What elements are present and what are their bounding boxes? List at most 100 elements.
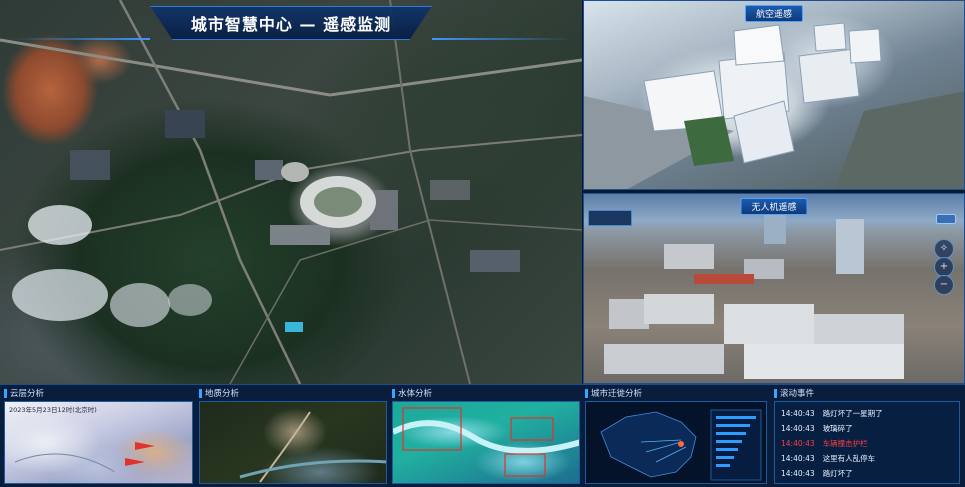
detection-box: [510, 417, 554, 441]
china-map: [600, 409, 762, 481]
title-deco-right: [432, 38, 572, 40]
event-row[interactable]: 14:40:43 玻璃碎了: [781, 421, 953, 436]
events-cell: 滚动事件 14:40:43 路灯坏了一星期了 14:40:43 玻璃碎了 14:…: [770, 384, 965, 487]
cloud-patch: [12, 269, 108, 321]
stats-bar: [716, 424, 750, 427]
title-banner: 城市智慧中心 — 遥感监测: [150, 6, 432, 40]
drone-minimap[interactable]: [588, 210, 632, 226]
geology-image[interactable]: [199, 401, 387, 484]
cloud-patch: [28, 205, 92, 245]
cloud-analysis-label: 云层分析: [10, 389, 45, 399]
detection-box: [504, 453, 546, 477]
building: [813, 22, 847, 52]
geology-features: [239, 411, 386, 483]
stats-list: [710, 409, 762, 481]
building-block: [165, 110, 205, 138]
rooftop: [694, 274, 754, 284]
road-line: [0, 38, 582, 97]
cloud-arrows: [14, 442, 155, 473]
event-row[interactable]: 14:40:43 这里有人乱停车: [781, 451, 953, 466]
drone-icon: [936, 214, 956, 224]
event-text: 路灯坏了: [822, 469, 853, 478]
title-marker: [774, 388, 777, 398]
cloud-analysis-title: 云层分析: [4, 387, 44, 399]
building: [744, 344, 904, 379]
event-row[interactable]: 14:40:43 路灯坏了: [781, 466, 953, 481]
map-features: [0, 0, 582, 384]
event-time: 14:40:43: [781, 454, 815, 463]
migration-map[interactable]: [585, 401, 767, 484]
analysis-row: 云层分析 2023年5月23日12时(北京时) 地质分析 水体分析 城市迁徙分析…: [0, 384, 965, 487]
pool: [285, 322, 303, 332]
event-row-alert[interactable]: 14:40:43 车辆撞击护栏: [781, 436, 953, 451]
event-row[interactable]: 14:40:43 路灯坏了一星期了: [781, 406, 953, 421]
building: [664, 244, 714, 269]
cloud-patch: [110, 283, 170, 327]
title-marker: [585, 388, 588, 398]
event-time: 14:40:43: [781, 469, 815, 478]
city-area: [834, 91, 964, 189]
stats-bar: [716, 448, 738, 451]
cloud-image[interactable]: 2023年5月23日12时(北京时): [4, 401, 193, 484]
events-label: 滚动事件: [780, 389, 815, 399]
migration-analysis-title: 城市迁徙分析: [585, 387, 642, 399]
building-block: [270, 225, 330, 245]
building-block: [430, 180, 470, 200]
water-image[interactable]: [392, 401, 580, 484]
arena-roof: [281, 162, 309, 182]
zoom-in-icon[interactable]: +: [934, 257, 954, 277]
building: [644, 294, 714, 324]
building: [724, 304, 814, 344]
water-analysis-label: 水体分析: [398, 389, 433, 399]
geology-analysis-title: 地质分析: [199, 387, 239, 399]
wind-arrow: [125, 458, 145, 466]
dashboard-screen: 城市智慧中心 — 遥感监测 航空遥感 ✧ + − 无人机遥感 云层分析 2023…: [0, 0, 965, 487]
stats-bar: [716, 440, 742, 443]
building: [848, 28, 882, 64]
title-marker: [4, 388, 7, 398]
compass-icon[interactable]: ✧: [934, 239, 954, 259]
green-area: [684, 116, 734, 166]
river-line: [393, 420, 579, 454]
drone-scene: [604, 214, 904, 379]
building: [814, 314, 904, 349]
event-text: 这里有人乱停车: [822, 454, 876, 463]
event-time: 14:40:43: [781, 439, 815, 448]
water-features: [393, 407, 579, 477]
drone-panel-label: 无人机遥感: [740, 198, 808, 215]
aerial-scene: [584, 22, 964, 189]
event-text: 车辆撞击护栏: [822, 439, 868, 448]
road-line: [118, 0, 302, 384]
title-deco-left: [10, 38, 150, 40]
page-title: 城市智慧中心 — 遥感监测: [190, 15, 392, 34]
drone-panel[interactable]: ✧ + − 无人机遥感: [583, 193, 965, 384]
cloud-analysis-cell: 云层分析 2023年5月23日12时(北京时): [0, 384, 195, 487]
building: [798, 48, 860, 104]
event-time: 14:40:43: [781, 424, 815, 433]
geology-analysis-label: 地质分析: [205, 389, 240, 399]
stats-bar: [716, 432, 746, 435]
event-text: 路灯坏了一星期了: [822, 409, 883, 418]
zoom-out-icon[interactable]: −: [934, 275, 954, 295]
water-analysis-cell: 水体分析: [388, 384, 581, 487]
stats-bar: [716, 456, 734, 459]
stadium-field: [314, 187, 362, 217]
stats-bar: [716, 416, 756, 419]
building: [609, 299, 649, 329]
geology-analysis-cell: 地质分析: [195, 384, 388, 487]
event-list[interactable]: 14:40:43 路灯坏了一星期了 14:40:43 玻璃碎了 14:40:43…: [774, 401, 960, 484]
title-marker: [199, 388, 202, 398]
event-text: 玻璃碎了: [822, 424, 853, 433]
cloud-patch: [168, 284, 212, 316]
building-block: [470, 250, 520, 272]
event-time: 14:40:43: [781, 409, 815, 418]
border-line: [14, 453, 116, 473]
aerial-panel-label: 航空遥感: [744, 5, 804, 22]
tower: [764, 214, 786, 244]
wind-arrow: [135, 442, 155, 450]
migration-analysis-label: 城市迁徙分析: [591, 389, 643, 399]
building-block: [255, 160, 283, 180]
building-block: [70, 150, 110, 180]
satellite-map[interactable]: 城市智慧中心 — 遥感监测: [0, 0, 582, 384]
aerial-panel[interactable]: 航空遥感: [583, 0, 965, 190]
